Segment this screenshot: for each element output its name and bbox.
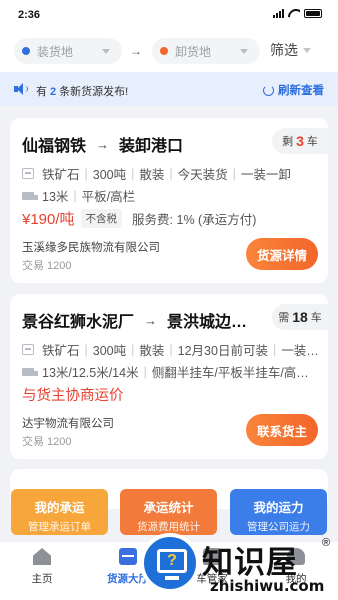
battery-icon bbox=[304, 9, 322, 18]
truck-info-row: 13米/12.5米/14米 | 侧翻半挂车/平板半挂车/高… bbox=[22, 362, 318, 381]
route-to: 景洪城边… bbox=[167, 314, 248, 331]
quick-title: 承运统计 bbox=[143, 501, 194, 515]
notice-text: 有 2 条新货源发布! bbox=[36, 86, 129, 98]
new-cargo-notice: 有 2 条新货源发布! 刷新查看 bbox=[0, 72, 338, 106]
status-time: 2:36 bbox=[18, 9, 41, 21]
watermark-text-cn: 知识屋 bbox=[202, 545, 298, 581]
my-shipments-button[interactable]: 我的承运 管理承运订单 bbox=[11, 489, 108, 535]
filter-label: 筛选 bbox=[270, 42, 298, 58]
caret-down-icon bbox=[102, 48, 110, 54]
goods-info-row: 铁矿石 | 300吨 | 散装 | 12月30日前可装 | 一装… bbox=[22, 340, 318, 359]
trade-count: 交易 1200 bbox=[22, 436, 72, 448]
shipment-stats-button[interactable]: 承运统计 货源费用统计 bbox=[120, 489, 217, 535]
goods-icon bbox=[22, 344, 34, 355]
route: 景谷红狮水泥厂 → 景洪城边… bbox=[22, 308, 247, 332]
load-dot-icon bbox=[22, 47, 30, 55]
refresh-icon bbox=[263, 84, 274, 96]
refresh-button[interactable]: 刷新查看 bbox=[263, 82, 324, 98]
filter-button[interactable]: 筛选 bbox=[270, 40, 311, 60]
route-from: 景谷红狮水泥厂 bbox=[22, 314, 135, 331]
negotiate-price-text: 与货主协商运价 bbox=[22, 388, 124, 404]
refresh-label: 刷新查看 bbox=[278, 85, 324, 97]
quick-subtitle: 管理承运订单 bbox=[28, 521, 91, 533]
price-value: ¥190/吨 bbox=[22, 211, 75, 228]
speaker-icon bbox=[14, 83, 28, 95]
watermark-logo: ? 知识屋 ® zhishiwu.com bbox=[140, 533, 338, 600]
company-name: 达宇物流有限公司 bbox=[22, 418, 114, 430]
watermark-text-en: zhishiwu.com bbox=[210, 577, 325, 595]
quick-title: 我的承运 bbox=[34, 501, 85, 515]
cargo-card[interactable]: 景谷红狮水泥厂 → 景洪城边… 需 18 车 铁矿石 | 300吨 | 散装 | 12月3… bbox=[10, 294, 328, 459]
cargo-detail-button[interactable]: 货源详情 bbox=[246, 238, 318, 270]
watermark-registered: ® bbox=[322, 537, 331, 549]
load-location-placeholder: 装货地 bbox=[37, 44, 74, 59]
status-bar: 2:36 bbox=[0, 0, 338, 30]
filter-bar: 装货地 → 卸货地 筛选 bbox=[0, 30, 338, 72]
route-from: 仙福钢铁 bbox=[22, 138, 87, 155]
truck-icon bbox=[22, 367, 38, 376]
required-count: 18 bbox=[292, 309, 308, 325]
cargo-card[interactable]: 仙福钢铁 → 装卸港口 剩3车 铁矿石 | 300吨 | 散装 | 今天装货 | 一装一… bbox=[10, 118, 328, 283]
route-arrow-icon: → bbox=[96, 136, 110, 152]
signal-icon bbox=[273, 9, 284, 18]
route-arrow-icon: → bbox=[130, 44, 142, 58]
goods-icon bbox=[22, 168, 34, 179]
remaining-count: 3 bbox=[296, 133, 304, 149]
status-icons bbox=[273, 9, 322, 18]
tax-tag: 不含税 bbox=[80, 209, 123, 228]
wifi-icon bbox=[288, 9, 300, 18]
route-to: 装卸港口 bbox=[119, 138, 184, 155]
notice-count: 2 bbox=[50, 86, 57, 98]
tab-label: 主页 bbox=[31, 573, 53, 585]
route: 仙福钢铁 → 装卸港口 bbox=[22, 132, 183, 156]
caret-down-icon bbox=[240, 48, 248, 54]
tab-home[interactable]: 主页 bbox=[10, 548, 74, 586]
caret-down-icon bbox=[303, 47, 311, 53]
service-fee: 服务费: 1% (承运方付) bbox=[132, 213, 257, 227]
trade-count: 交易 1200 bbox=[22, 260, 72, 272]
price-row: ¥190/吨 不含税 服务费: 1% (承运方付) bbox=[22, 208, 256, 229]
contact-owner-button[interactable]: 联系货主 bbox=[246, 414, 318, 446]
truck-info-row: 13米 | 平板/高栏 bbox=[22, 186, 318, 205]
home-icon bbox=[33, 548, 51, 565]
route-arrow-icon: → bbox=[144, 312, 158, 328]
remaining-trucks-badge: 剩3车 bbox=[272, 128, 328, 154]
unload-location-placeholder: 卸货地 bbox=[175, 44, 212, 59]
quick-title: 我的运力 bbox=[253, 501, 304, 515]
unload-dot-icon bbox=[160, 47, 168, 55]
watermark-circle-icon: ? bbox=[140, 533, 200, 593]
my-capacity-button[interactable]: 我的运力 管理公司运力 bbox=[230, 489, 327, 535]
cargo-hall-icon bbox=[119, 548, 137, 565]
truck-icon bbox=[22, 191, 38, 200]
monitor-icon: ? bbox=[157, 549, 187, 573]
quick-subtitle: 管理公司运力 bbox=[247, 521, 310, 533]
unload-location-selector[interactable]: 卸货地 bbox=[152, 38, 260, 64]
required-trucks-badge: 需 18 车 bbox=[272, 304, 328, 330]
load-location-selector[interactable]: 装货地 bbox=[14, 38, 122, 64]
company-name: 玉溪缘多民族物流有限公司 bbox=[22, 242, 160, 254]
quick-subtitle: 货源费用统计 bbox=[137, 521, 200, 533]
goods-info-row: 铁矿石 | 300吨 | 散装 | 今天装货 | 一装一卸 bbox=[22, 164, 318, 183]
